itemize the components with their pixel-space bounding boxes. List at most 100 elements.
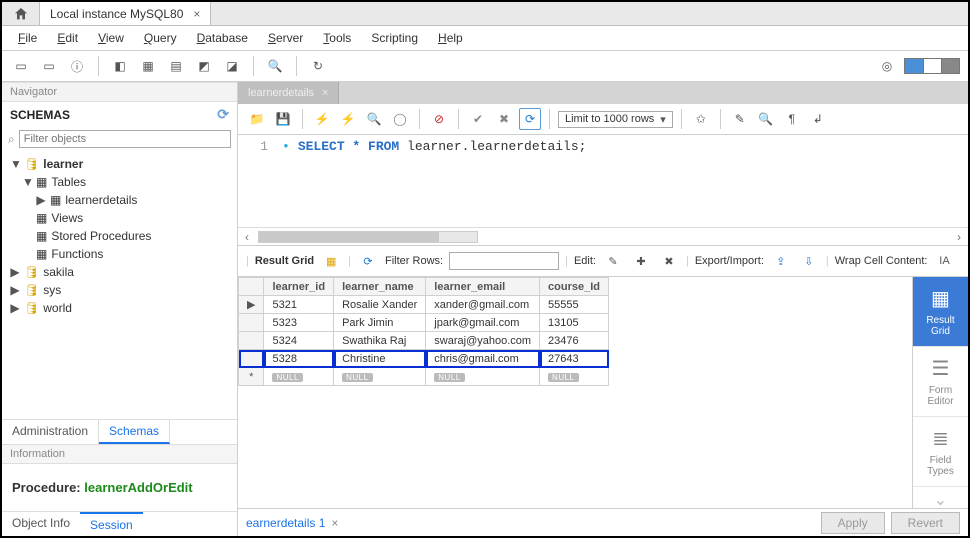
result-grid[interactable]: learner_id learner_name learner_email co…	[238, 277, 912, 508]
star-icon[interactable]: ✩	[690, 108, 712, 130]
menu-file[interactable]: File	[10, 29, 45, 47]
edit-row-icon[interactable]: ✎	[602, 250, 624, 272]
col-learner-id[interactable]: learner_id	[264, 278, 334, 296]
null-value: NULL	[434, 373, 464, 382]
close-icon[interactable]: ×	[331, 516, 338, 530]
execute-current-icon[interactable]: ⚡	[337, 108, 359, 130]
toolbar-separator	[253, 56, 254, 76]
search-icon[interactable]: 🔍	[264, 55, 286, 77]
menu-edit[interactable]: Edit	[49, 29, 86, 47]
stop-on-error-icon[interactable]: ⊘	[428, 108, 450, 130]
sidebar-form-editor[interactable]: ☰ Form Editor	[913, 347, 968, 417]
col-course-id[interactable]: course_Id	[540, 278, 609, 296]
tree-db-world[interactable]: ▶🛢world	[8, 299, 233, 317]
find-icon[interactable]: 🔍	[755, 108, 777, 130]
col-learner-email[interactable]: learner_email	[426, 278, 540, 296]
sql-editor[interactable]: 1 • SELECT * FROM learner.learnerdetails…	[238, 135, 968, 227]
tree-stored-procedures[interactable]: ▦Stored Procedures	[8, 227, 233, 245]
autocommit-icon[interactable]: ⟳	[519, 108, 541, 130]
new-row-icon: *	[239, 368, 264, 386]
table-row[interactable]: 5324 Swathika Raj swaraj@yahoo.com 23476	[239, 332, 609, 350]
table-row-new[interactable]: * NULL NULL NULL NULL	[239, 368, 609, 386]
add-row-icon[interactable]: ✚	[630, 250, 652, 272]
schema-tree: ▼🛢learner ▼▦Tables ▶▦learnerdetails ▦Vie…	[2, 151, 237, 419]
revert-button[interactable]: Revert	[891, 512, 960, 534]
table-row-highlighted[interactable]: 5328 Christine chris@gmail.com 27643	[239, 350, 609, 368]
menu-server[interactable]: Server	[260, 29, 311, 47]
filter-objects-input[interactable]	[19, 130, 231, 148]
save-icon[interactable]: 💾	[272, 108, 294, 130]
tree-db-sys[interactable]: ▶🛢sys	[8, 281, 233, 299]
explain-icon[interactable]: 🔍	[363, 108, 385, 130]
open-file-icon[interactable]: 📁	[246, 108, 268, 130]
new-sql-tab-icon[interactable]: ▭	[10, 55, 32, 77]
refresh-icon[interactable]: ⟳	[217, 106, 229, 123]
statement-marker-icon: •	[274, 139, 298, 223]
tab-administration[interactable]: Administration	[2, 420, 99, 444]
menu-query[interactable]: Query	[136, 29, 185, 47]
proc-icon[interactable]: ◩	[193, 55, 215, 77]
table-icon[interactable]: ▦	[137, 55, 159, 77]
execute-icon[interactable]: ⚡	[311, 108, 333, 130]
tree-tables[interactable]: ▼▦Tables	[8, 173, 233, 191]
scroll-left-icon[interactable]: ‹	[238, 230, 256, 244]
tab-schemas[interactable]: Schemas	[99, 420, 170, 444]
connection-tab[interactable]: Local instance MySQL80 ×	[40, 2, 211, 25]
sidebar-field-types[interactable]: ≣ Field Types	[913, 417, 968, 487]
types-icon: ≣	[932, 426, 949, 451]
tree-functions[interactable]: ▦Functions	[8, 245, 233, 263]
tree-learnerdetails[interactable]: ▶▦learnerdetails	[8, 191, 233, 209]
table-row[interactable]: 5323 Park Jimin jpark@gmail.com 13105	[239, 314, 609, 332]
view-icon[interactable]: ▤	[165, 55, 187, 77]
chevron-down-icon: ▾	[660, 113, 666, 126]
schema-icon[interactable]: ◧	[109, 55, 131, 77]
result-toolbar-sep: |	[686, 255, 689, 267]
commit-icon[interactable]: ✔	[467, 108, 489, 130]
func-icon[interactable]: ◪	[221, 55, 243, 77]
table-row[interactable]: ▶ 5321 Rosalie Xander xander@gmail.com 5…	[239, 296, 609, 314]
wrap-icon[interactable]: ↲	[807, 108, 829, 130]
menu-help[interactable]: Help	[430, 29, 471, 47]
close-icon[interactable]: ×	[193, 7, 200, 21]
scroll-thumb[interactable]	[259, 232, 439, 242]
apply-button[interactable]: Apply	[821, 512, 885, 534]
beautify-icon[interactable]: ✎	[729, 108, 751, 130]
gear-icon[interactable]: ◎	[876, 55, 898, 77]
grid-view-icon[interactable]: ▦	[320, 250, 342, 272]
menu-view[interactable]: View	[90, 29, 132, 47]
menu-tools[interactable]: Tools	[315, 29, 359, 47]
home-tab[interactable]	[2, 2, 40, 25]
tree-db-learner[interactable]: ▼🛢learner	[8, 155, 233, 173]
rollback-icon[interactable]: ✖	[493, 108, 515, 130]
limit-rows-select[interactable]: Limit to 1000 rows ▾	[558, 111, 673, 128]
close-icon[interactable]: ×	[322, 87, 328, 99]
export-icon[interactable]: ⇪	[770, 250, 792, 272]
tree-views[interactable]: ▦Views	[8, 209, 233, 227]
refresh-icon[interactable]: ⟳	[357, 250, 379, 272]
footer: earnerdetails 1 × Apply Revert	[238, 508, 968, 536]
scroll-right-icon[interactable]: ›	[950, 230, 968, 244]
import-icon[interactable]: ⇩	[798, 250, 820, 272]
current-row-icon: ▶	[239, 296, 264, 314]
stop-icon[interactable]: ◯	[389, 108, 411, 130]
open-sql-icon[interactable]: ▭	[38, 55, 60, 77]
tree-db-sakila[interactable]: ▶🛢sakila	[8, 263, 233, 281]
inspector-icon[interactable]: ⓘ	[66, 55, 88, 77]
editor-hscrollbar[interactable]: ‹ ›	[238, 227, 968, 245]
sidebar-result-grid[interactable]: ▦ Result Grid	[913, 277, 968, 347]
result-tab[interactable]: earnerdetails 1	[246, 516, 325, 530]
wrap-cell-icon[interactable]: IA	[933, 250, 955, 272]
reconnect-icon[interactable]: ↻	[307, 55, 329, 77]
invisible-chars-icon[interactable]: ¶	[781, 108, 803, 130]
filter-rows-input[interactable]	[449, 252, 559, 270]
procedure-info: Procedure: learnerAddOrEdit	[2, 464, 237, 511]
editor-tab[interactable]: learnerdetails ×	[238, 82, 339, 104]
menu-database[interactable]: Database	[189, 29, 256, 47]
menu-scripting[interactable]: Scripting	[363, 29, 426, 47]
col-learner-name[interactable]: learner_name	[334, 278, 426, 296]
layout-toggle[interactable]	[904, 58, 960, 74]
delete-row-icon[interactable]: ✖	[658, 250, 680, 272]
tab-session[interactable]: Session	[80, 512, 143, 536]
connection-tab-label: Local instance MySQL80	[50, 7, 183, 21]
tab-object-info[interactable]: Object Info	[2, 512, 80, 536]
